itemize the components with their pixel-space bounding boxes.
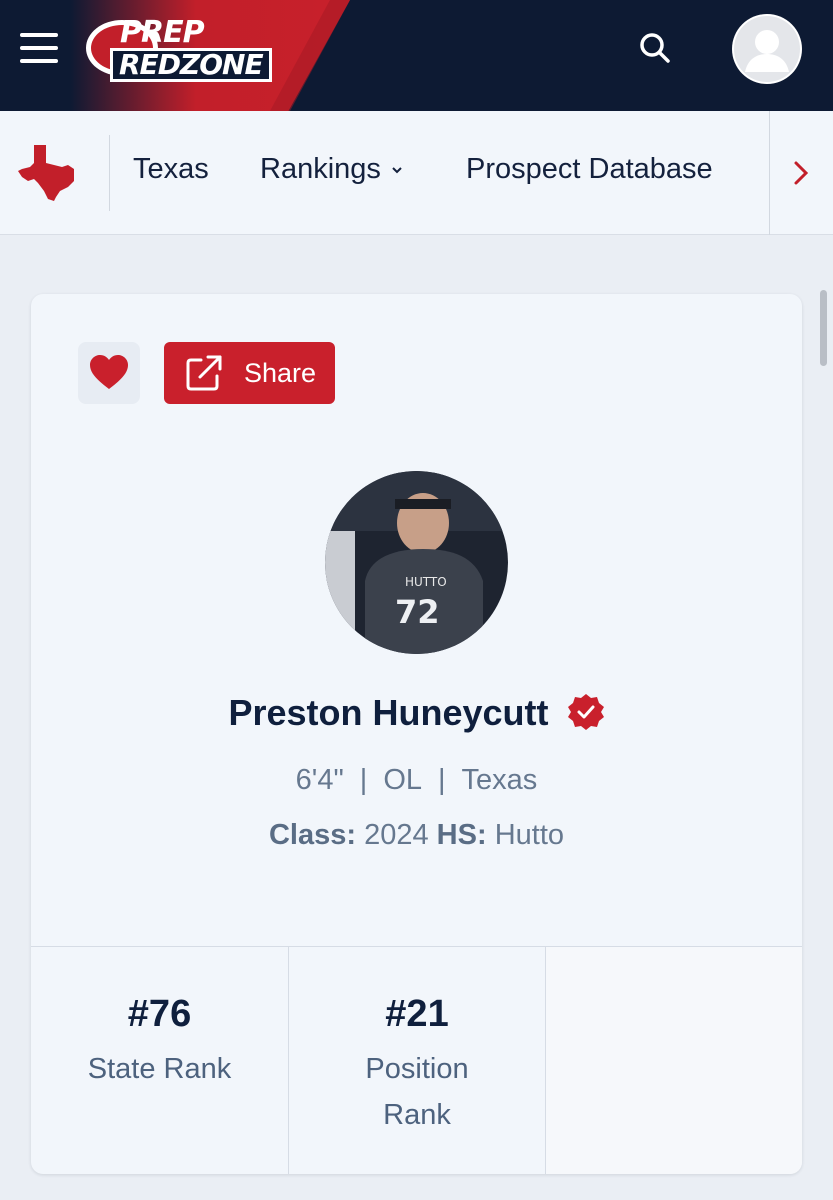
svg-text:72: 72 xyxy=(395,593,440,631)
position-rank-value: #21 xyxy=(385,993,449,1035)
chevron-down-icon xyxy=(392,167,402,174)
position-rank-label: Position Rank xyxy=(365,1053,469,1131)
nav-item-texas[interactable]: Texas xyxy=(133,153,209,186)
class-value: 2024 xyxy=(364,819,429,851)
player-position: OL xyxy=(383,764,422,796)
search-icon[interactable] xyxy=(637,30,673,66)
state-rank-stat[interactable]: #76 State Rank xyxy=(31,947,288,1174)
hs-value: Hutto xyxy=(494,819,565,851)
player-name: Preston Huneycutt xyxy=(31,692,802,734)
empty-stat-slot xyxy=(545,947,802,1174)
separator: | xyxy=(359,764,368,796)
share-button[interactable]: Share xyxy=(164,342,335,404)
nav-item-prospect-database[interactable]: Prospect Database xyxy=(466,153,713,186)
svg-text:HUTTO: HUTTO xyxy=(405,575,447,589)
nav-item-rankings[interactable]: Rankings xyxy=(260,153,403,186)
chevron-right-icon[interactable] xyxy=(790,157,812,189)
state-nav-bar: Texas Rankings Prospect Database xyxy=(0,111,833,235)
player-height: 6'4" xyxy=(295,764,344,796)
logo-text-redzone: REDZONE xyxy=(110,48,272,82)
player-name-text: Preston Huneycutt xyxy=(228,692,549,733)
top-header: PREP REDZONE xyxy=(0,0,833,111)
favorite-button[interactable] xyxy=(78,342,140,404)
hs-label: HS: xyxy=(436,819,487,851)
state-rank-label: State Rank xyxy=(87,1053,232,1085)
verified-badge-icon xyxy=(567,694,604,730)
player-state: Texas xyxy=(461,764,538,796)
player-profile-card: Share HUTTO 72 Preston Huneycutt 6'4" | OL… xyxy=(31,294,802,1174)
logo-text-prep: PREP xyxy=(120,15,205,50)
share-button-label: Share xyxy=(244,357,317,388)
position-rank-stat[interactable]: #21 Position Rank xyxy=(288,947,545,1174)
page-scrollbar[interactable] xyxy=(820,290,827,366)
player-photo: HUTTO 72 xyxy=(325,471,508,654)
texas-state-icon[interactable] xyxy=(16,143,78,203)
player-meta: 6'4" | OL | Texas xyxy=(31,764,802,797)
class-label: Class: xyxy=(268,819,357,851)
prep-redzone-logo[interactable]: PREP REDZONE xyxy=(86,15,272,82)
nav-item-rankings-label: Rankings xyxy=(260,153,381,185)
external-link-icon xyxy=(186,355,222,391)
player-class-school: Class: 2024 HS: Hutto xyxy=(31,819,802,852)
state-rank-value: #76 xyxy=(127,993,192,1035)
rank-stats: #76 State Rank #21 Position Rank xyxy=(31,946,802,1174)
hamburger-menu-icon[interactable] xyxy=(20,33,58,63)
separator: | xyxy=(438,764,446,796)
heart-icon xyxy=(90,355,128,389)
user-avatar-icon[interactable] xyxy=(732,14,802,84)
